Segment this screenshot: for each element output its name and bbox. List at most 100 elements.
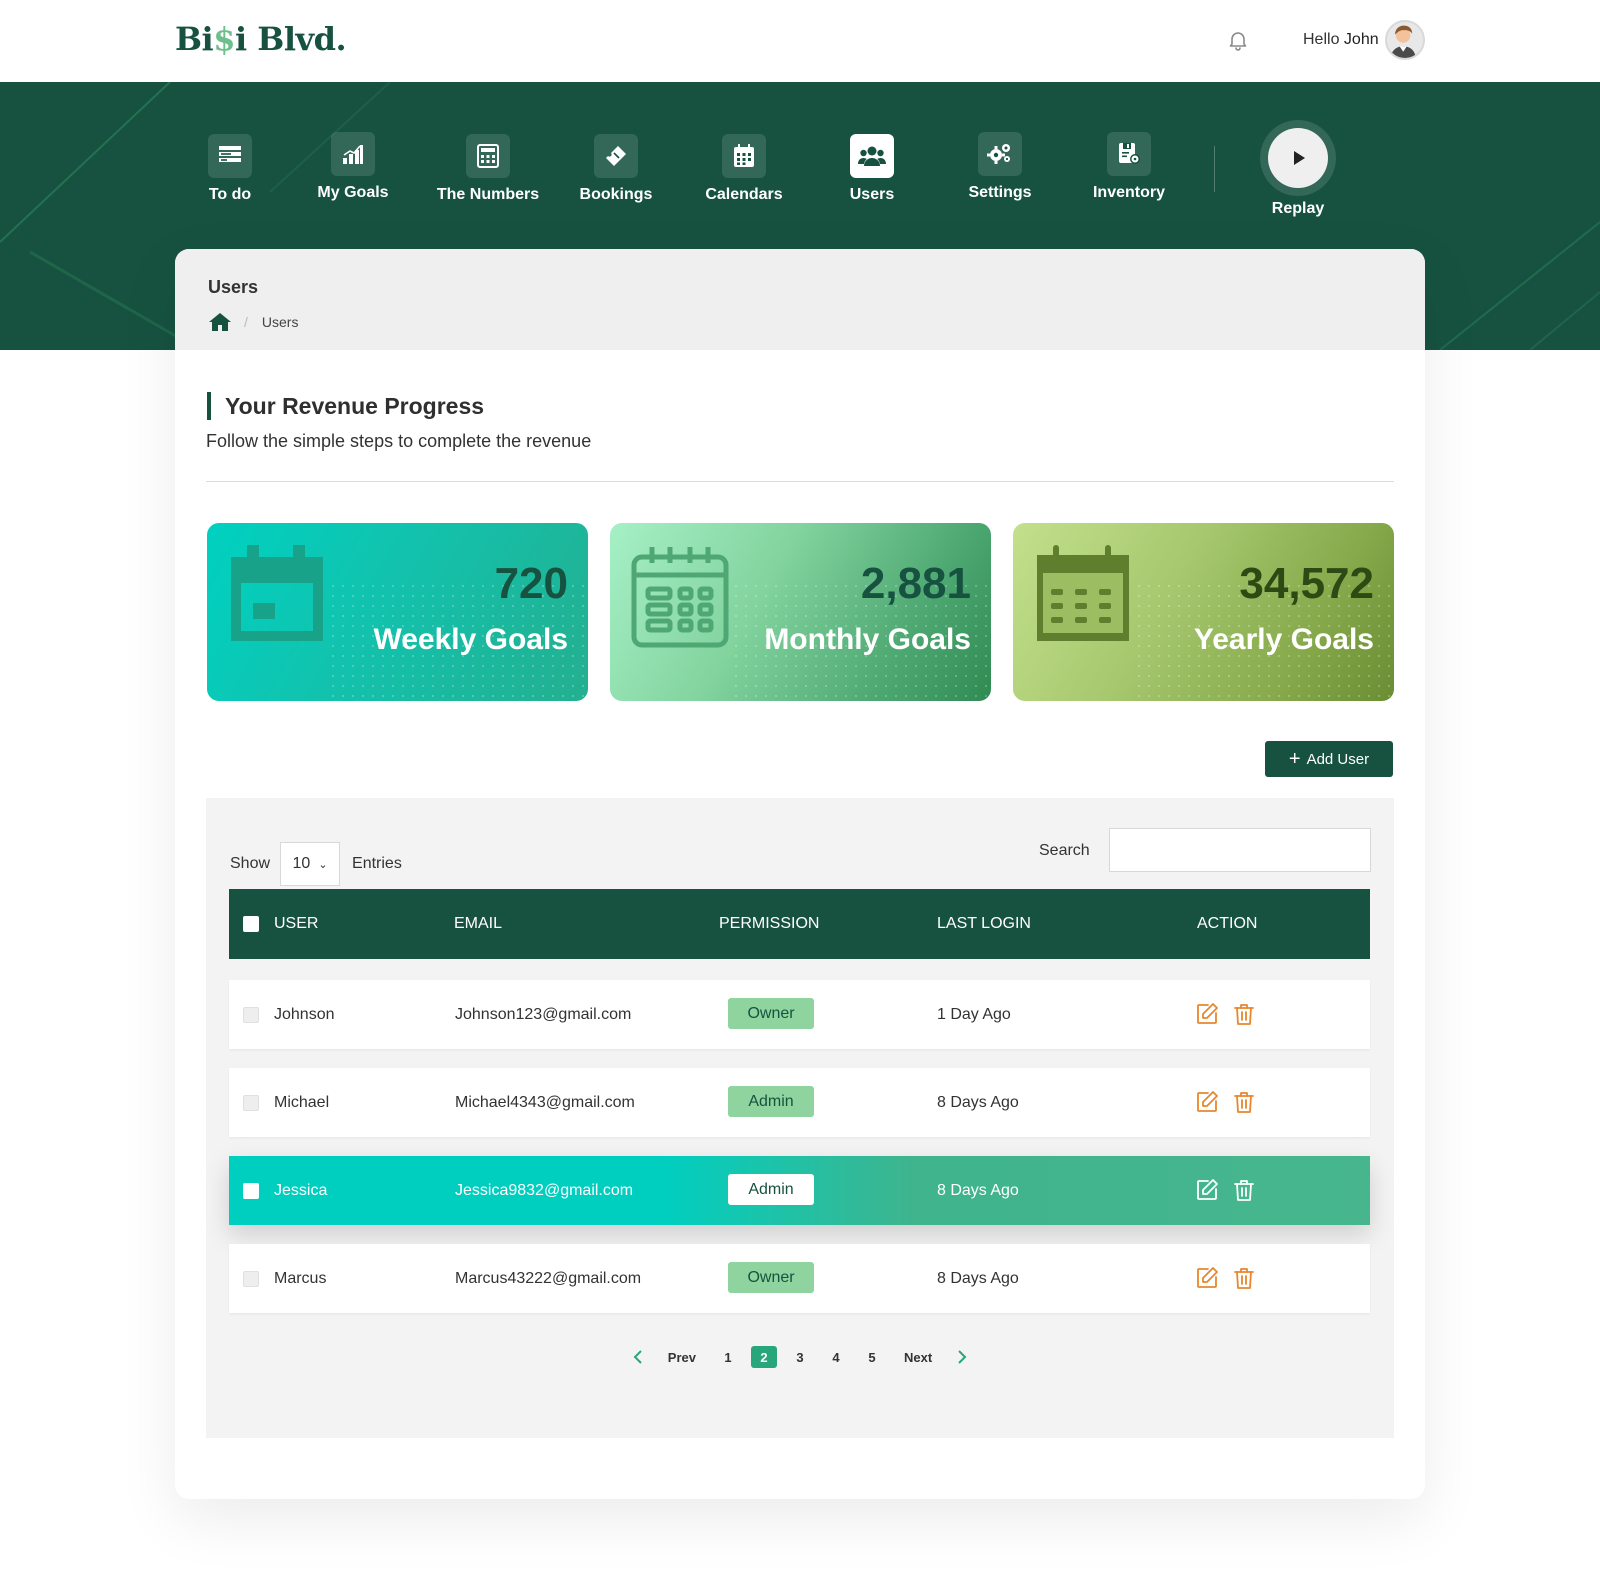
user-name: Jessica — [274, 1182, 328, 1199]
calendar-icon — [1037, 545, 1129, 641]
add-user-button[interactable]: + Add User — [1265, 741, 1393, 777]
todo-list-icon — [208, 134, 252, 178]
user-email: Jessica9832@gmail.com — [455, 1182, 634, 1199]
table-row[interactable]: Michael Michael4343@gmail.com Admin 8 Da… — [229, 1068, 1370, 1137]
inventory-icon — [1107, 132, 1151, 176]
calendar-icon — [231, 545, 323, 641]
main-card: Users / Users Your Revenue Progress Foll… — [175, 249, 1425, 1499]
user-email: Johnson123@gmail.com — [455, 1006, 632, 1023]
last-login: 8 Days Ago — [937, 1182, 1019, 1199]
stat-label: Monthly Goals — [764, 623, 971, 656]
user-email: Michael4343@gmail.com — [455, 1094, 635, 1111]
table-row[interactable]: Marcus Marcus43222@gmail.com Owner 8 Day… — [229, 1244, 1370, 1313]
page-link-3[interactable]: 3 — [787, 1346, 813, 1368]
page-link-1[interactable]: 1 — [715, 1346, 741, 1368]
ticket-icon — [594, 134, 638, 178]
nav-item-users[interactable]: Users — [802, 134, 942, 204]
section-subtitle: Follow the simple steps to complete the … — [206, 431, 592, 451]
trash-icon[interactable] — [1232, 1266, 1256, 1290]
stat-label: Weekly Goals — [373, 623, 568, 656]
search-input[interactable] — [1109, 828, 1371, 872]
user-name: Johnson — [274, 1006, 335, 1023]
table-row[interactable]: Johnson Johnson123@gmail.com Owner 1 Day… — [229, 980, 1370, 1049]
trash-icon[interactable] — [1232, 1178, 1256, 1202]
page-link-2-current[interactable]: 2 — [751, 1346, 777, 1368]
page-header: Users / Users — [175, 249, 1425, 350]
gears-icon — [978, 132, 1022, 176]
section-divider — [206, 481, 1394, 482]
nav-item-bookings[interactable]: Bookings — [546, 134, 686, 204]
column-header-email[interactable]: EMAIL — [454, 915, 502, 933]
brand-logo[interactable]: Bi$i Blvd. — [175, 20, 347, 58]
chevron-down-icon: ⌄ — [318, 858, 328, 871]
table-header: USER EMAIL PERMISSION LAST LOGIN ACTION — [229, 889, 1370, 959]
trash-icon[interactable] — [1232, 1090, 1256, 1114]
page-title: Users — [208, 277, 259, 297]
stat-card-yearly[interactable]: 34,572 Yearly Goals — [1013, 523, 1394, 701]
page-link-4[interactable]: 4 — [823, 1346, 849, 1368]
plus-icon: + — [1288, 748, 1301, 770]
nav-item-the-numbers[interactable]: The Numbers — [418, 134, 558, 204]
breadcrumb-separator: / — [244, 314, 248, 330]
permission-badge: Admin — [728, 1086, 814, 1117]
entries-select[interactable]: 10 ⌄ — [280, 842, 341, 886]
column-header-last-login[interactable]: LAST LOGIN — [937, 915, 1031, 933]
breadcrumb: / Users — [208, 312, 1392, 332]
nav-item-todo[interactable]: To do — [160, 134, 300, 204]
users-icon — [850, 134, 894, 178]
table-row-selected[interactable]: Jessica Jessica9832@gmail.com Admin 8 Da… — [229, 1156, 1370, 1225]
column-header-user[interactable]: USER — [274, 915, 318, 933]
row-checkbox[interactable] — [243, 1095, 259, 1111]
user-greeting[interactable]: Hello John — [1303, 31, 1379, 49]
edit-icon[interactable] — [1195, 1090, 1219, 1114]
calculator-icon — [466, 134, 510, 178]
pagination: Prev 1 2 3 4 5 Next — [206, 1346, 1394, 1368]
permission-badge: Admin — [728, 1174, 814, 1205]
row-checkbox[interactable] — [243, 1007, 259, 1023]
row-checkbox[interactable] — [243, 1183, 259, 1199]
stat-value: 2,881 — [860, 559, 971, 608]
replay-button[interactable] — [1260, 120, 1336, 196]
goals-chart-icon — [331, 132, 375, 176]
column-header-permission[interactable]: PERMISSION — [719, 915, 819, 933]
nav-item-settings[interactable]: Settings — [930, 132, 1070, 202]
breadcrumb-item[interactable]: Users — [262, 314, 299, 330]
nav-divider — [1214, 146, 1215, 192]
user-email: Marcus43222@gmail.com — [455, 1270, 642, 1287]
page-link-5[interactable]: 5 — [859, 1346, 885, 1368]
stat-value: 34,572 — [1239, 559, 1374, 608]
stat-card-monthly[interactable]: 2,881 Monthly Goals — [610, 523, 991, 701]
nav-item-inventory[interactable]: Inventory — [1059, 132, 1199, 202]
search-label: Search — [1039, 842, 1090, 859]
avatar[interactable] — [1385, 20, 1425, 60]
edit-icon[interactable] — [1195, 1178, 1219, 1202]
chevron-left-icon[interactable] — [628, 1347, 648, 1367]
row-checkbox[interactable] — [243, 1271, 259, 1287]
select-all-checkbox[interactable] — [243, 916, 259, 932]
section-title: Your Revenue Progress — [207, 392, 484, 420]
trash-icon[interactable] — [1232, 1002, 1256, 1026]
prev-page-link[interactable]: Prev — [668, 1350, 696, 1365]
edit-icon[interactable] — [1195, 1002, 1219, 1026]
column-header-action: ACTION — [1197, 915, 1258, 932]
stat-label: Yearly Goals — [1193, 623, 1374, 656]
home-icon[interactable] — [208, 312, 232, 332]
replay-control[interactable]: Replay — [1260, 120, 1336, 218]
user-name: Michael — [274, 1094, 330, 1111]
top-header: Bi$i Blvd. Hello John — [0, 0, 1600, 82]
play-icon — [1294, 151, 1305, 165]
users-table-panel: Show 10 ⌄ Entries Search USER EMAIL PERMI… — [206, 798, 1394, 1438]
nav-item-my-goals[interactable]: My Goals — [283, 132, 423, 202]
user-name: Marcus — [274, 1270, 327, 1287]
calendar-icon — [722, 134, 766, 178]
notification-bell-icon[interactable] — [1226, 28, 1250, 52]
last-login: 8 Days Ago — [937, 1094, 1019, 1111]
edit-icon[interactable] — [1195, 1266, 1219, 1290]
next-page-link[interactable]: Next — [904, 1350, 932, 1365]
last-login: 8 Days Ago — [937, 1270, 1019, 1287]
stat-value: 720 — [494, 559, 568, 608]
chevron-right-icon[interactable] — [952, 1347, 972, 1367]
nav-item-calendars[interactable]: Calendars — [674, 134, 814, 204]
last-login: 1 Day Ago — [937, 1006, 1011, 1023]
stat-card-weekly[interactable]: 720 Weekly Goals — [207, 523, 588, 701]
